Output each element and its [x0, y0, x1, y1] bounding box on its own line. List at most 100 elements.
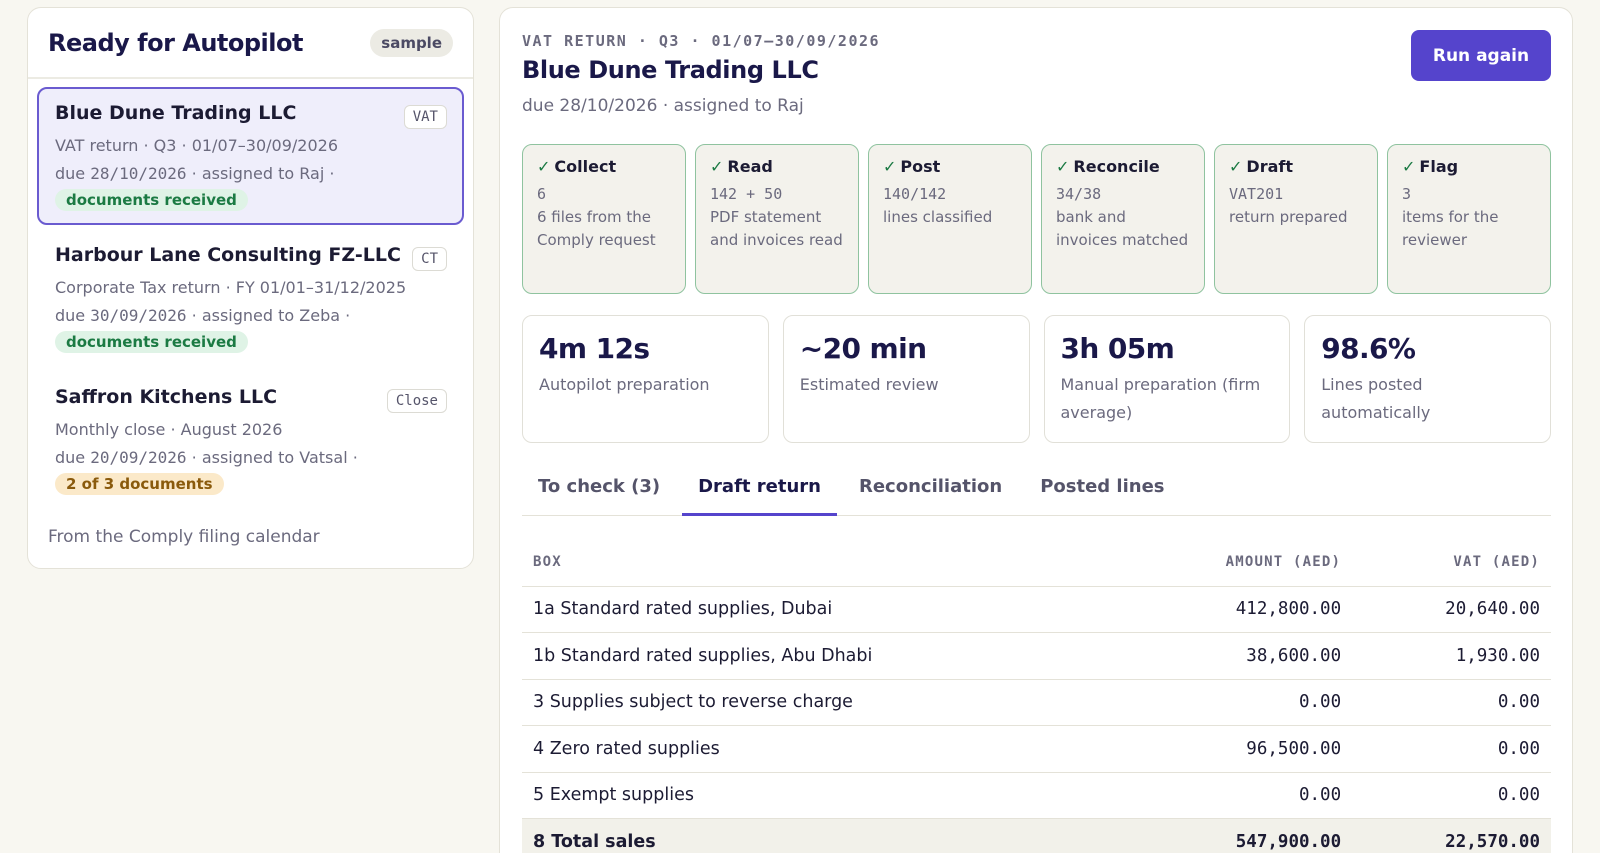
metric-value: ~20 min	[799, 332, 927, 365]
table-row: 1b Standard rated supplies, Abu Dhabi 38…	[522, 632, 1551, 680]
due-assignee: · assigned to Raj ·	[186, 164, 335, 183]
step-value: 34/38	[1056, 185, 1102, 203]
box-cell: 3 Supplies subject to reverse charge	[522, 679, 1134, 726]
due-prefix: due	[55, 306, 91, 325]
page-title: Blue Dune Trading LLC	[522, 56, 819, 84]
step-name: Flag	[1419, 157, 1459, 176]
job-type-tag: CT	[412, 247, 447, 271]
job-card-saffron-kitchens[interactable]: Saffron Kitchens LLC Close Monthly close…	[37, 371, 464, 509]
tab-reconciliation[interactable]: Reconciliation	[843, 465, 1018, 516]
vat-cell: 0.00	[1352, 679, 1551, 726]
step-desc: 6 files from the Comply request	[537, 208, 656, 249]
table-row: 3 Supplies subject to reverse charge 0.0…	[522, 679, 1551, 726]
step-title: ✓ Read	[710, 157, 844, 176]
job-period: Corporate Tax return · FY 01/01–31/12/20…	[55, 278, 407, 297]
check-icon: ✓	[537, 157, 551, 176]
metric-label: Autopilot preparation	[539, 375, 710, 394]
step-value: 3	[1402, 185, 1412, 203]
tab-posted-lines[interactable]: Posted lines	[1024, 465, 1180, 516]
job-card-harbour-lane[interactable]: Harbour Lane Consulting FZ-LLC CT Corpor…	[37, 229, 464, 367]
table-row: 1a Standard rated supplies, Dubai 412,80…	[522, 586, 1551, 633]
due-date: 28/10/2026	[90, 164, 187, 183]
step-collect: ✓ Collect 6 6 files from the Comply reque…	[522, 144, 686, 294]
amount-cell: 96,500.00	[1133, 725, 1353, 773]
box-cell: 1a Standard rated supplies, Dubai	[522, 586, 1134, 633]
metric-manual-prep: 3h 05m Manual preparation (firm average)	[1043, 315, 1291, 443]
due-date: 20/09/2026	[90, 448, 187, 467]
box-cell: 8 Total sales	[522, 818, 1134, 853]
due-prefix: due	[55, 448, 91, 467]
sidebar-header: Ready for Autopilot sample	[28, 8, 473, 79]
vat-cell: 20,640.00	[1352, 586, 1551, 633]
step-title: ✓ Collect	[537, 157, 671, 176]
column-header-box: BOX	[522, 538, 1134, 587]
table-row: 4 Zero rated supplies 96,500.00 0.00	[522, 725, 1551, 773]
metric-label: Lines posted automatically	[1321, 375, 1431, 422]
due-prefix: due	[55, 164, 91, 183]
pipeline-steps: ✓ Collect 6 6 files from the Comply reque…	[522, 144, 1551, 294]
tab-to-check[interactable]: To check (3)	[522, 465, 676, 516]
amount-cell: 0.00	[1133, 679, 1353, 726]
job-due: due 20/09/2026 · assigned to Vatsal ·	[55, 444, 446, 472]
job-period: Monthly close · August 2026	[55, 420, 283, 439]
column-header-vat: VAT (AED)	[1352, 538, 1551, 587]
job-type-tag: VAT	[403, 105, 447, 129]
step-name: Collect	[554, 157, 617, 176]
check-icon: ✓	[1229, 157, 1243, 176]
step-name: Post	[900, 157, 941, 176]
step-post: ✓ Post 140/142 lines classified	[868, 144, 1032, 294]
vat-cell: 22,570.00	[1352, 818, 1551, 853]
job-detail: VAT RETURN · Q3 · 01/07–30/09/2026 Blue …	[499, 7, 1573, 853]
sidebar-title: Ready for Autopilot	[48, 28, 303, 57]
draft-return-table: BOX AMOUNT (AED) VAT (AED) 1a Standard r…	[522, 538, 1551, 853]
step-desc: items for the reviewer	[1402, 208, 1499, 249]
detail-tabs: To check (3) Draft return Reconciliation…	[522, 465, 1551, 516]
table-row: 5 Exempt supplies 0.00 0.00	[522, 772, 1551, 819]
tab-draft-return[interactable]: Draft return	[682, 465, 837, 516]
job-due: due 30/09/2026 · assigned to Zeba ·	[55, 302, 446, 330]
return-eyebrow: VAT RETURN · Q3 · 01/07–30/09/2026	[522, 32, 881, 50]
due-date: 30/09/2026	[90, 306, 187, 325]
step-draft: ✓ Draft VAT201 return prepared	[1214, 144, 1378, 294]
table-total-row: 8 Total sales 547,900.00 22,570.00	[522, 818, 1551, 853]
job-name: Harbour Lane Consulting FZ-LLC	[55, 244, 401, 266]
column-header-amount: AMOUNT (AED)	[1133, 538, 1353, 587]
jobs-sidebar: Ready for Autopilot sample Blue Dune Tra…	[27, 7, 474, 569]
amount-cell: 547,900.00	[1133, 818, 1353, 853]
metrics-row: 4m 12s Autopilot preparation ~20 min Est…	[522, 315, 1551, 443]
metric-value: 4m 12s	[539, 332, 650, 365]
step-title: ✓ Reconcile	[1056, 157, 1190, 176]
step-name: Draft	[1246, 157, 1293, 176]
step-reconcile: ✓ Reconcile 34/38 bank and invoices match…	[1041, 144, 1205, 294]
vat-cell: 0.00	[1352, 725, 1551, 773]
vat-cell: 0.00	[1352, 772, 1551, 819]
step-desc: bank and invoices matched	[1056, 208, 1189, 249]
step-title: ✓ Draft	[1229, 157, 1363, 176]
job-list: Blue Dune Trading LLC VAT VAT return · Q…	[28, 79, 473, 509]
metric-estimated-review: ~20 min Estimated review	[782, 315, 1030, 443]
run-again-button[interactable]: Run again	[1411, 30, 1551, 81]
job-card-blue-dune[interactable]: Blue Dune Trading LLC VAT VAT return · Q…	[37, 87, 464, 225]
job-due: due 28/10/2026 · assigned to Raj ·	[55, 160, 446, 188]
step-name: Read	[727, 157, 773, 176]
step-name: Reconcile	[1073, 157, 1160, 176]
step-desc: return prepared	[1229, 208, 1348, 226]
sidebar-footer: From the Comply filing calendar	[48, 527, 320, 547]
step-title: ✓ Post	[883, 157, 1017, 176]
status-badge: documents received	[55, 189, 248, 211]
metric-lines-posted: 98.6% Lines posted automatically	[1304, 315, 1551, 443]
due-line: due 28/10/2026 · assigned to Raj	[522, 96, 804, 116]
step-desc: PDF statement and invoices read	[710, 208, 843, 249]
step-value: 142 + 50	[710, 185, 783, 203]
amount-cell: 0.00	[1133, 772, 1353, 819]
status-badge: 2 of 3 documents	[55, 473, 224, 495]
metric-value: 98.6%	[1321, 332, 1416, 365]
sample-badge: sample	[370, 28, 453, 57]
metric-autopilot-prep: 4m 12s Autopilot preparation	[522, 315, 769, 443]
check-icon: ✓	[1402, 157, 1416, 176]
box-cell: 5 Exempt supplies	[522, 772, 1134, 819]
step-title: ✓ Flag	[1402, 157, 1536, 176]
vat-cell: 1,930.00	[1352, 632, 1551, 680]
job-name: Blue Dune Trading LLC	[55, 102, 297, 124]
metric-value: 3h 05m	[1060, 332, 1175, 365]
